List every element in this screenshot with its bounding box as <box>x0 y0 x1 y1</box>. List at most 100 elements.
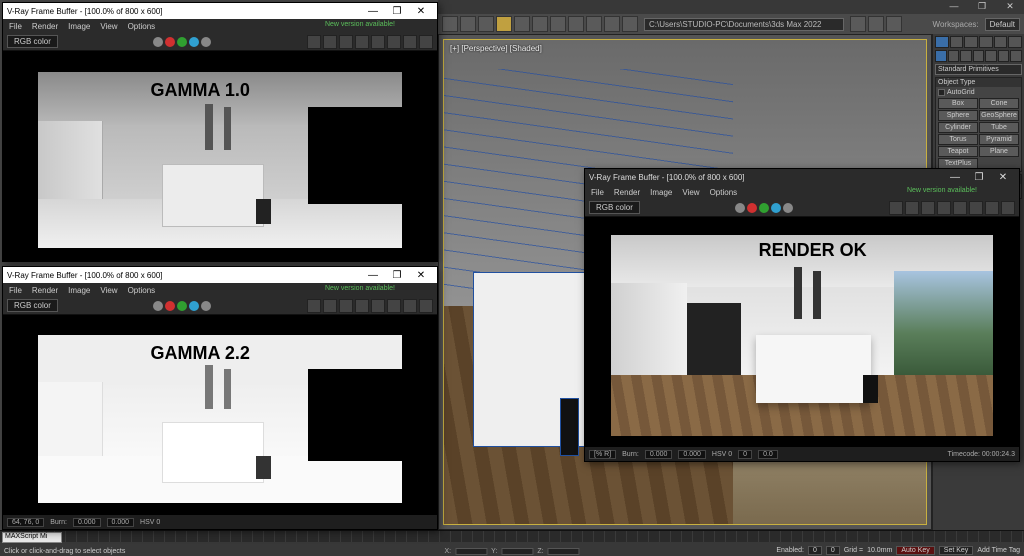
vfb3-save-button[interactable] <box>889 201 903 215</box>
vfb2-save-button[interactable] <box>307 299 321 313</box>
primitive-teapot-button[interactable]: Teapot <box>938 146 978 157</box>
primitive-cone-button[interactable]: Cone <box>979 98 1019 109</box>
tab-create[interactable] <box>935 36 949 48</box>
vfb1-titlebar[interactable]: V-Ray Frame Buffer - [100.0% of 800 x 60… <box>3 3 437 19</box>
max-restore-button[interactable]: ❐ <box>968 0 996 14</box>
vfb3-settings-button[interactable] <box>1001 201 1015 215</box>
vfb1-channel-dropdown[interactable]: RGB color <box>7 35 58 48</box>
project-path-field[interactable]: C:\Users\STUDIO-PC\Documents\3ds Max 202… <box>644 18 844 31</box>
vfb1-minimize-button[interactable]: — <box>361 6 385 17</box>
coord-x-field[interactable] <box>455 548 487 555</box>
vfb3-new-version-link[interactable]: New version available! <box>907 187 977 194</box>
vfb1-close-button[interactable]: ✕ <box>409 6 433 17</box>
vfb1-menu-file[interactable]: File <box>9 22 22 31</box>
vfb3-red-channel-button[interactable] <box>747 203 757 213</box>
cat-helpers[interactable] <box>985 50 997 62</box>
vfb2-menu-render[interactable]: Render <box>32 286 58 295</box>
vfb1-save-button[interactable] <box>307 35 321 49</box>
coord-z-field[interactable] <box>548 548 580 555</box>
cat-geometry[interactable] <box>935 50 947 62</box>
vfb1-clear-button[interactable] <box>323 35 337 49</box>
vfb2-clear-button[interactable] <box>323 299 337 313</box>
autogrid-checkbox[interactable]: AutoGrid <box>938 89 1019 96</box>
setkey-button[interactable]: Set Key <box>939 546 974 555</box>
vfb1-mono-channel-button[interactable] <box>153 37 163 47</box>
toolbar-rotate-button[interactable] <box>532 16 548 32</box>
vfb2-render-canvas[interactable]: GAMMA 2.2 <box>3 315 437 515</box>
cat-systems[interactable] <box>1010 50 1022 62</box>
vfb3-clear-button[interactable] <box>905 201 919 215</box>
vfb2-compare-button[interactable] <box>355 299 369 313</box>
vfb1-compare-button[interactable] <box>355 35 369 49</box>
primitive-sphere-button[interactable]: Sphere <box>938 110 978 121</box>
primitive-pyramid-button[interactable]: Pyramid <box>979 134 1019 145</box>
vfb2-menu-view[interactable]: View <box>100 286 117 295</box>
vfb2-blue-channel-button[interactable] <box>189 301 199 311</box>
vfb3-green-channel-button[interactable] <box>759 203 769 213</box>
tab-hierarchy[interactable] <box>964 36 978 48</box>
toolbar-mirror-button[interactable] <box>604 16 620 32</box>
vfb3-menu-file[interactable]: File <box>591 188 604 197</box>
vfb3-menu-render[interactable]: Render <box>614 188 640 197</box>
cat-spacewarps[interactable] <box>998 50 1010 62</box>
tab-utilities[interactable] <box>1008 36 1022 48</box>
vfb2-sb-gamma[interactable]: 0.000 <box>107 518 135 527</box>
vfb3-menu-image[interactable]: Image <box>650 188 672 197</box>
toolbar-redo-button[interactable] <box>460 16 476 32</box>
vfb1-history-button[interactable] <box>339 35 353 49</box>
toolbar-angle-snap-button[interactable] <box>586 16 602 32</box>
vfb3-stop-button[interactable] <box>985 201 999 215</box>
vfb2-minimize-button[interactable]: — <box>361 270 385 281</box>
vfb2-settings-button[interactable] <box>419 299 433 313</box>
toolbar-material-editor-button[interactable] <box>850 16 866 32</box>
vfb1-alpha-channel-button[interactable] <box>201 37 211 47</box>
tab-modify[interactable] <box>950 36 964 48</box>
cat-lights[interactable] <box>960 50 972 62</box>
vfb3-sb-gamma[interactable]: 0.000 <box>678 450 706 459</box>
vfb3-minimize-button[interactable]: — <box>943 172 967 183</box>
vfb1-menu-view[interactable]: View <box>100 22 117 31</box>
vfb1-red-channel-button[interactable] <box>165 37 175 47</box>
toolbar-undo-button[interactable] <box>442 16 458 32</box>
time-slider[interactable] <box>0 530 1024 542</box>
vfb1-blue-channel-button[interactable] <box>189 37 199 47</box>
toolbar-move-button[interactable] <box>514 16 530 32</box>
primitive-torus-button[interactable]: Torus <box>938 134 978 145</box>
primitive-geosphere-button[interactable]: GeoSphere <box>979 110 1019 121</box>
viewport-label[interactable]: [+] [Perspective] [Shaded] <box>450 44 542 53</box>
vfb1-stop-button[interactable] <box>403 35 417 49</box>
vfb1-restore-button[interactable]: ❐ <box>385 6 409 17</box>
vfb2-restore-button[interactable]: ❐ <box>385 270 409 281</box>
vfb2-sb-burn[interactable]: 0.000 <box>73 518 101 527</box>
vfb3-region-button[interactable] <box>953 201 967 215</box>
max-minimize-button[interactable]: — <box>940 0 968 14</box>
cat-cameras[interactable] <box>973 50 985 62</box>
vfb2-close-button[interactable]: ✕ <box>409 270 433 281</box>
vfb3-history-button[interactable] <box>921 201 935 215</box>
tab-display[interactable] <box>994 36 1008 48</box>
workspace-dropdown[interactable]: Default <box>985 18 1020 31</box>
vfb1-menu-render[interactable]: Render <box>32 22 58 31</box>
toolbar-select-button[interactable] <box>496 16 512 32</box>
toolbar-scale-button[interactable] <box>550 16 566 32</box>
vfb2-history-button[interactable] <box>339 299 353 313</box>
vfb3-blue-channel-button[interactable] <box>771 203 781 213</box>
vfb3-menu-options[interactable]: Options <box>710 188 738 197</box>
vfb1-menu-image[interactable]: Image <box>68 22 90 31</box>
vfb3-menu-view[interactable]: View <box>682 188 699 197</box>
toolbar-render-button[interactable] <box>886 16 902 32</box>
vfb3-render-canvas[interactable]: RENDER OK <box>585 217 1019 447</box>
vfb3-titlebar[interactable]: V-Ray Frame Buffer - [100.0% of 800 x 60… <box>585 169 1019 185</box>
maxscript-listener[interactable]: MAXScript Mi <box>2 532 62 543</box>
object-type-header[interactable]: Object Type <box>936 78 1021 87</box>
vfb3-restore-button[interactable]: ❐ <box>967 172 991 183</box>
vfb2-stop-button[interactable] <box>403 299 417 313</box>
vfb1-green-channel-button[interactable] <box>177 37 187 47</box>
vfb2-menu-file[interactable]: File <box>9 286 22 295</box>
vfb2-render-button[interactable] <box>387 299 401 313</box>
primitive-plane-button[interactable]: Plane <box>979 146 1019 157</box>
vfb2-region-button[interactable] <box>371 299 385 313</box>
vfb3-mono-channel-button[interactable] <box>735 203 745 213</box>
autokey-button[interactable]: Auto Key <box>896 546 934 555</box>
vfb1-settings-button[interactable] <box>419 35 433 49</box>
